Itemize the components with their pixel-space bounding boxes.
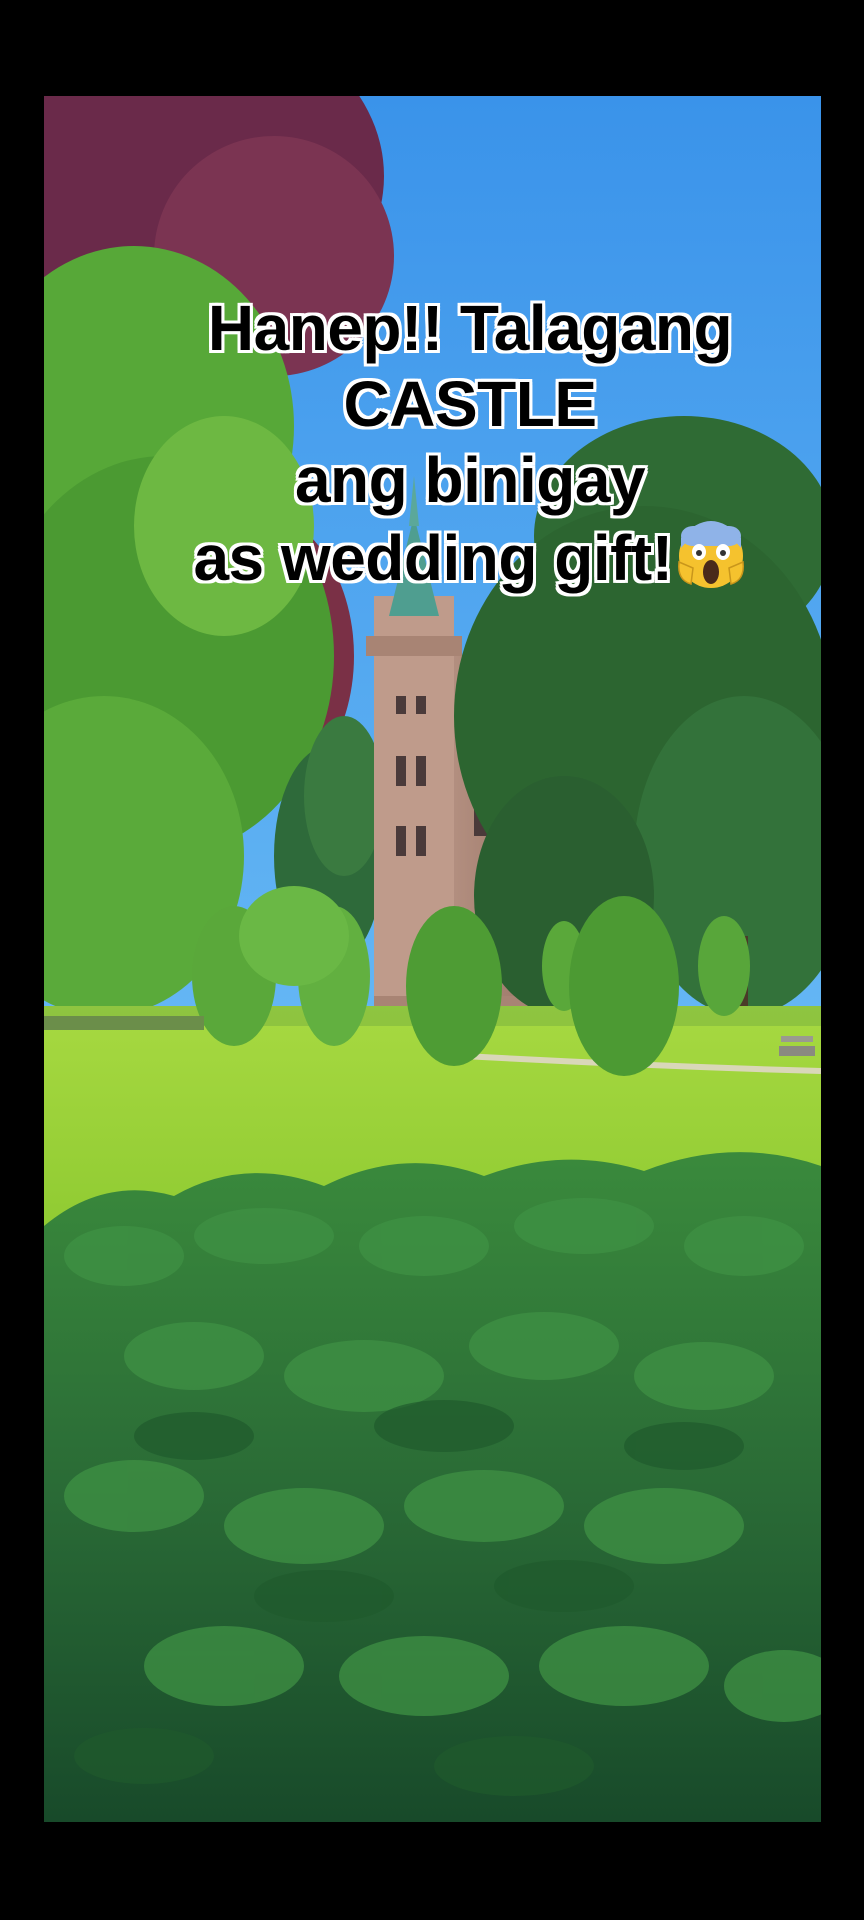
bench bbox=[779, 1046, 815, 1056]
face-screaming-in-fear-icon bbox=[677, 521, 744, 588]
caption-line-1: Hanep!! Talagang bbox=[207, 292, 733, 364]
caption-overlay: Hanep!! Talagang CASTLE ang binigay as w… bbox=[140, 290, 800, 596]
video-screen: Hanep!! Talagang CASTLE ang binigay as w… bbox=[0, 0, 864, 1920]
caption-line-4-text: as wedding gift! bbox=[193, 522, 673, 594]
caption-line-4: as wedding gift! bbox=[140, 518, 800, 596]
caption-line-2: CASTLE bbox=[343, 368, 598, 440]
caption-line-3: ang binigay bbox=[294, 444, 646, 516]
